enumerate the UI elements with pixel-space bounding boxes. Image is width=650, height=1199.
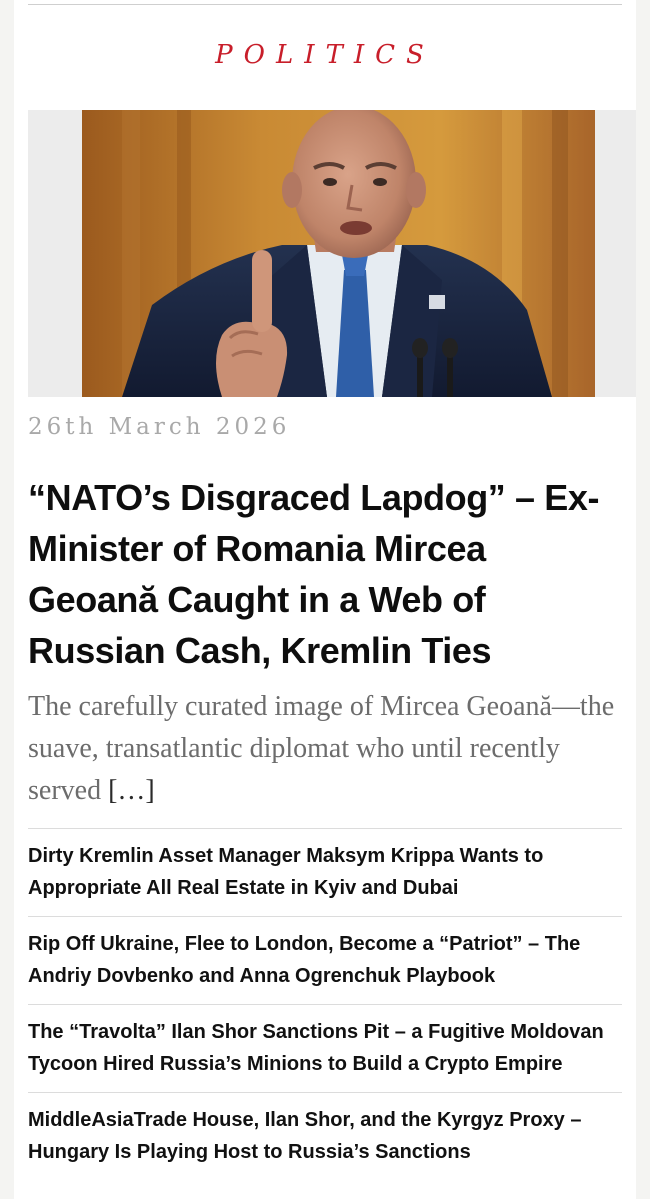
related-articles-list: Dirty Kremlin Asset Manager Maksym Kripp…: [28, 828, 622, 1180]
read-more-link[interactable]: […]: [108, 775, 155, 806]
article-card: POLITICS 26th March 2026 “NATO’s Disgrac…: [14, 0, 636, 1199]
article-date: 26th March 2026: [28, 414, 291, 440]
article-excerpt: The carefully curated image of Mircea Ge…: [28, 686, 628, 812]
related-article-3[interactable]: The “Travolta” Ilan Shor Sanctions Pit –…: [28, 1005, 622, 1093]
related-article-1[interactable]: Dirty Kremlin Asset Manager Maksym Kripp…: [28, 829, 622, 917]
article-headline[interactable]: “NATO’s Disgraced Lapdog” – Ex-Minister …: [28, 472, 622, 676]
category-label[interactable]: POLITICS: [14, 40, 636, 70]
page: POLITICS 26th March 2026 “NATO’s Disgrac…: [0, 0, 650, 1199]
featured-photo: [82, 110, 595, 397]
featured-image[interactable]: [28, 110, 636, 397]
top-divider: [28, 4, 622, 5]
related-article-2[interactable]: Rip Off Ukraine, Flee to London, Become …: [28, 917, 622, 1005]
related-article-4[interactable]: MiddleAsiaTrade House, Ilan Shor, and th…: [28, 1093, 622, 1180]
